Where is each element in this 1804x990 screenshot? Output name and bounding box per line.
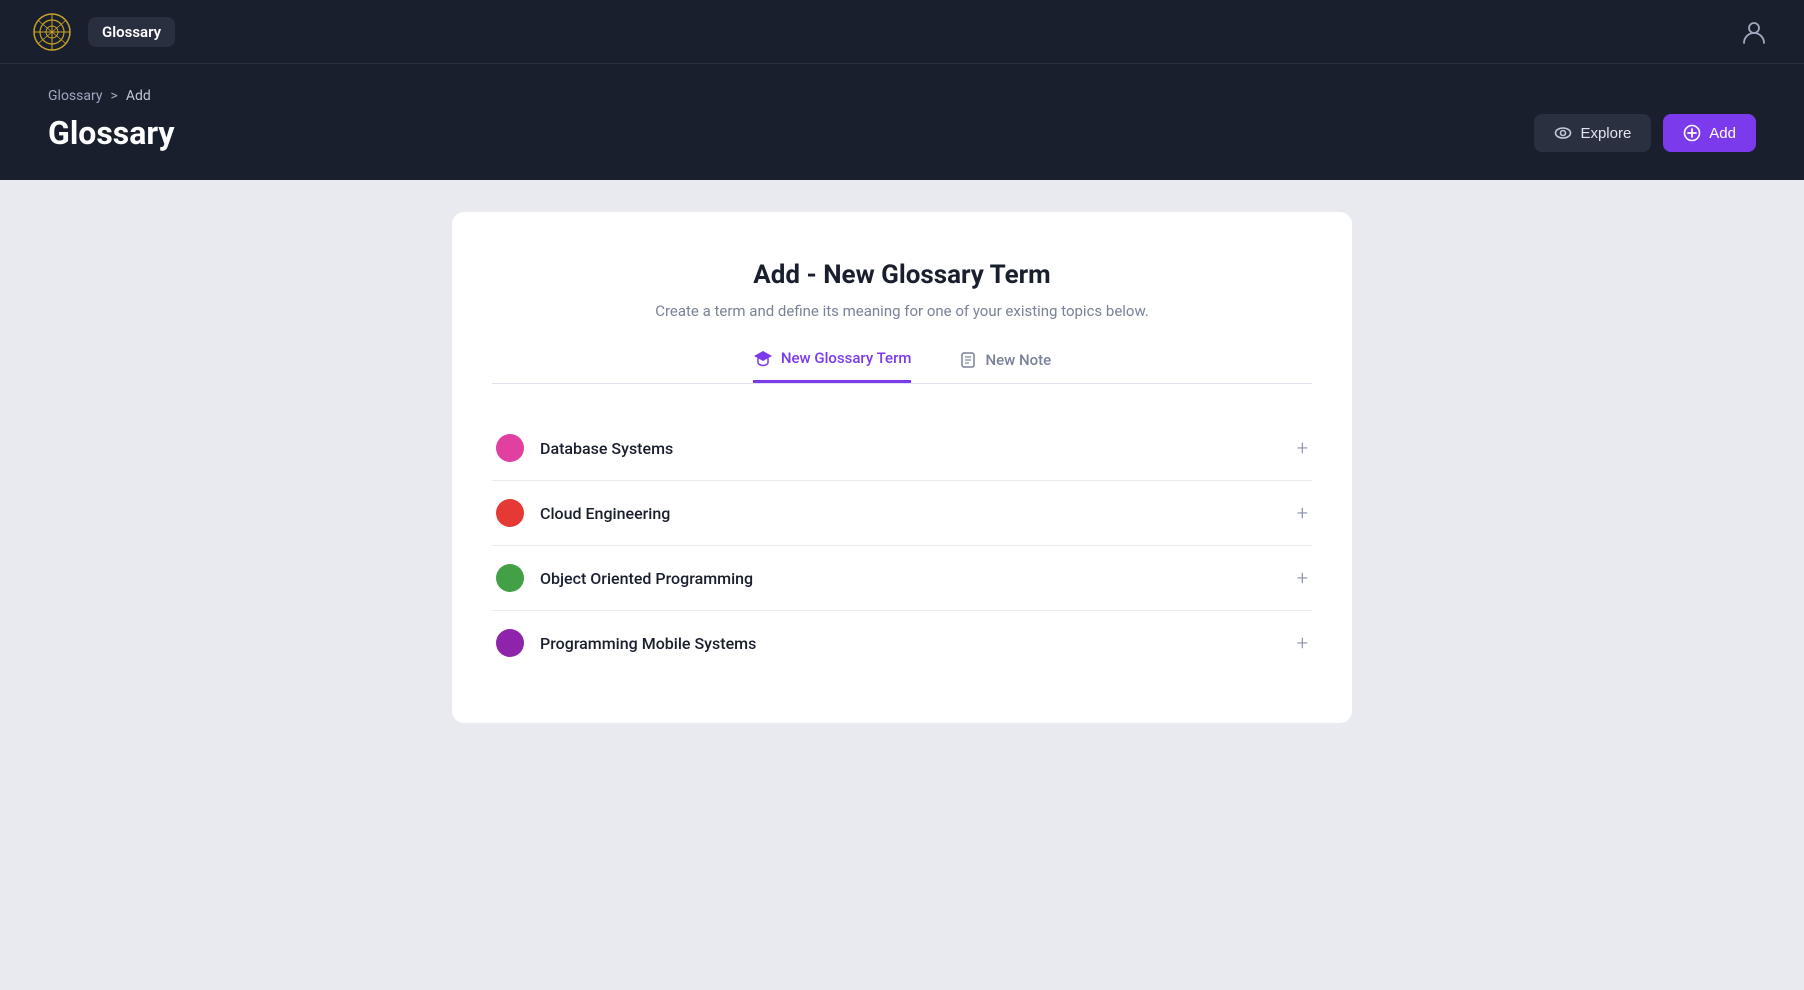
- tab-new-glossary-term[interactable]: New Glossary Term: [753, 348, 912, 383]
- card-subtitle: Create a term and define its meaning for…: [492, 302, 1312, 320]
- topic-left-3: Programming Mobile Systems: [496, 629, 756, 657]
- topic-name-1: Cloud Engineering: [540, 504, 670, 523]
- tabs-row: New Glossary Term New Note: [492, 348, 1312, 384]
- breadcrumb-current: Add: [126, 88, 151, 104]
- breadcrumb: Glossary > Add: [48, 88, 1756, 104]
- topic-dot-0: [496, 434, 524, 462]
- explore-label: Explore: [1580, 125, 1631, 142]
- topic-dot-2: [496, 564, 524, 592]
- topic-item[interactable]: Object Oriented Programming +: [492, 546, 1312, 611]
- page-title-row: Glossary Explore Add: [48, 114, 1756, 152]
- topic-left-2: Object Oriented Programming: [496, 564, 753, 592]
- navbar: Glossary: [0, 0, 1804, 64]
- card-title: Add - New Glossary Term: [492, 260, 1312, 290]
- topic-dot-1: [496, 499, 524, 527]
- tab-new-note-label: New Note: [985, 351, 1051, 369]
- plus-circle-icon: [1683, 124, 1701, 142]
- topic-add-0[interactable]: +: [1297, 436, 1308, 460]
- header-actions: Explore Add: [1534, 114, 1756, 152]
- page-title: Glossary: [48, 114, 174, 152]
- topic-item[interactable]: Cloud Engineering +: [492, 481, 1312, 546]
- tab-new-note[interactable]: New Note: [959, 351, 1051, 381]
- note-icon: [959, 351, 977, 369]
- topic-add-2[interactable]: +: [1297, 566, 1308, 590]
- nav-glossary-label[interactable]: Glossary: [88, 17, 175, 47]
- breadcrumb-root[interactable]: Glossary: [48, 88, 102, 104]
- explore-button[interactable]: Explore: [1534, 114, 1651, 152]
- topic-name-3: Programming Mobile Systems: [540, 634, 756, 653]
- logo-icon: [32, 12, 72, 52]
- user-icon: [1741, 19, 1767, 45]
- user-avatar-button[interactable]: [1736, 14, 1772, 50]
- add-button[interactable]: Add: [1663, 114, 1756, 152]
- eye-icon: [1554, 124, 1572, 142]
- content-card: Add - New Glossary Term Create a term an…: [452, 212, 1352, 723]
- add-label: Add: [1709, 125, 1736, 142]
- topic-left-0: Database Systems: [496, 434, 673, 462]
- breadcrumb-separator: >: [110, 88, 117, 104]
- tab-new-glossary-term-label: New Glossary Term: [781, 349, 912, 367]
- topic-name-2: Object Oriented Programming: [540, 569, 753, 588]
- topic-left-1: Cloud Engineering: [496, 499, 670, 527]
- topic-item[interactable]: Programming Mobile Systems +: [492, 611, 1312, 675]
- topic-add-1[interactable]: +: [1297, 501, 1308, 525]
- navbar-left: Glossary: [32, 12, 175, 52]
- main-content: Add - New Glossary Term Create a term an…: [0, 180, 1804, 990]
- graduation-icon: [753, 348, 773, 368]
- page-header: Glossary > Add Glossary Explore Add: [0, 64, 1804, 180]
- topic-list: Database Systems + Cloud Engineering + O…: [492, 416, 1312, 675]
- topic-dot-3: [496, 629, 524, 657]
- topic-name-0: Database Systems: [540, 439, 673, 458]
- topic-item[interactable]: Database Systems +: [492, 416, 1312, 481]
- topic-add-3[interactable]: +: [1297, 631, 1308, 655]
- navbar-right: [1736, 14, 1772, 50]
